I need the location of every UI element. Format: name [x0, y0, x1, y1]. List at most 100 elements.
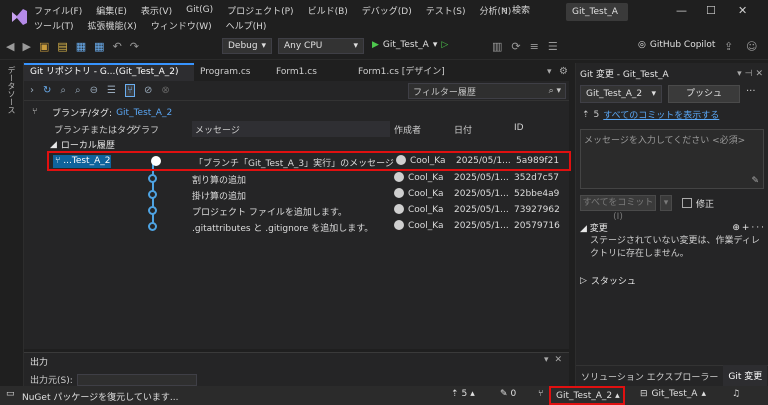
branch-dropdown[interactable]: Git_Test_A_2 ▾: [580, 85, 662, 103]
stash-header[interactable]: ▷ スタッシュ: [580, 274, 636, 288]
account-icon[interactable]: ☺: [746, 40, 757, 53]
commit-message: 掛け算の追加: [192, 192, 247, 202]
menu-debug[interactable]: デバッグ(D): [362, 4, 412, 17]
search-box[interactable]: ⌕ 検索: [503, 3, 530, 17]
forward-icon[interactable]: ▶: [22, 40, 30, 53]
comment-icon[interactable]: ☰: [548, 40, 558, 53]
config-dropdown[interactable]: Debug ▾: [222, 38, 272, 54]
col-id[interactable]: ID: [514, 123, 524, 133]
notification-bell-icon[interactable]: ♫: [732, 389, 740, 399]
copilot-icon: ◎: [638, 40, 646, 50]
col-author[interactable]: 作成者: [394, 123, 421, 136]
save-all-icon[interactable]: ▦: [94, 40, 104, 53]
new-project-icon[interactable]: ▣: [39, 40, 49, 53]
open-folder-icon[interactable]: ▤: [57, 40, 67, 53]
commit-row[interactable]: プロジェクト ファイルを追加します。 Cool_Ka 2025/05/1... …: [48, 203, 570, 219]
menu-bar: ファイル(F) 編集(E) 表示(V) Git(G) プロジェクト(P) ビルド…: [0, 0, 768, 34]
changes-actions-icons[interactable]: ⊕+···: [732, 223, 766, 233]
pending-changes-indicator[interactable]: ✎ 0: [500, 389, 516, 399]
commit-date: 2025/05/1...: [454, 205, 509, 215]
commit-row[interactable]: 掛け算の追加 Cool_Ka 2025/05/1... 52bbe4a9: [48, 187, 570, 203]
redo-icon[interactable]: ↷: [130, 40, 139, 53]
maximize-icon[interactable]: ☐: [706, 4, 716, 17]
outgoing-commits-indicator[interactable]: ⇡ 5 ▴: [451, 389, 475, 399]
close-icon[interactable]: ✕: [555, 355, 563, 365]
tab-program-cs[interactable]: Program.cs: [194, 63, 270, 81]
commit-message: プロジェクト ファイルを追加します。: [192, 208, 347, 218]
chevron-down-icon[interactable]: ▾: [544, 355, 549, 365]
amend-checkbox[interactable]: [682, 198, 692, 208]
close-icon[interactable]: ✕: [738, 4, 747, 17]
share-icon[interactable]: ⇪: [724, 40, 733, 53]
menu-git[interactable]: Git(G): [186, 5, 213, 15]
status-branch-button[interactable]: Git_Test_A_2 ▴: [549, 386, 625, 405]
status-repo-button[interactable]: ⊟ Git_Test_A ▴: [640, 389, 706, 399]
format-icon[interactable]: ≡: [530, 40, 539, 53]
commit-row[interactable]: .gitattributes と .gitignore を追加します。 Cool…: [48, 219, 570, 235]
menu-help[interactable]: ヘルプ(H): [226, 19, 267, 32]
output-controls: ▾ ✕: [544, 355, 562, 365]
tab-form1-designer[interactable]: Form1.cs [デザイン]: [352, 63, 462, 81]
menu-tools[interactable]: ツール(T): [34, 19, 74, 32]
menu-project[interactable]: プロジェクト(P): [227, 4, 293, 17]
history-filter-input[interactable]: フィルター履歴 ⌕ ▾: [408, 83, 566, 99]
undo-icon[interactable]: ↶: [113, 40, 122, 53]
sparkle-pen-icon[interactable]: ✎: [751, 176, 759, 186]
run-button[interactable]: ▶ Git_Test_A ▾ ▷: [372, 40, 448, 50]
menu-view[interactable]: 表示(V): [141, 4, 172, 17]
local-history-section[interactable]: ◢ ローカル履歴: [50, 138, 115, 152]
right-pane-tabs: ソリューション エクスプローラー Git 変更: [576, 364, 768, 388]
branch-tag-value[interactable]: Git_Test_A_2: [116, 108, 172, 118]
pencil-icon: ✎: [500, 389, 508, 399]
tab-solution-explorer[interactable]: ソリューション エクスプローラー: [576, 366, 723, 387]
tab-form1-cs[interactable]: Form1.cs: [270, 63, 352, 81]
commit-row[interactable]: 割り算の追加 Cool_Ka 2025/05/1... 352d7c57: [48, 171, 570, 187]
col-date[interactable]: 日付: [454, 123, 472, 136]
hot-reload-icon[interactable]: ⟳: [511, 40, 520, 53]
save-icon[interactable]: ▦: [76, 40, 86, 53]
menu-window[interactable]: ウィンドウ(W): [151, 19, 212, 32]
pane-controls-icons[interactable]: ▾⊣✕: [737, 69, 766, 79]
tab-overflow-icon[interactable]: ▾: [547, 67, 552, 77]
list-icon[interactable]: ☰: [107, 85, 116, 96]
pencil-count: 0: [510, 389, 517, 399]
show-all-commits-link[interactable]: すべてのコミットを表示する: [603, 108, 719, 121]
menu-build[interactable]: ビルド(B): [308, 4, 348, 17]
changes-header[interactable]: ◢ 変更 ⊕+···: [580, 221, 766, 235]
commit-row-selected[interactable]: ⑂ ...Test_A_2 「ブランチ「Git_Test_A_3」実行」のメッセ…: [47, 151, 571, 171]
browser-link-icon[interactable]: ▥: [492, 40, 502, 53]
gear-icon[interactable]: ⚙: [559, 66, 568, 77]
copilot-button[interactable]: ◎ GitHub Copilot: [638, 40, 715, 50]
chevron-down-icon: ◢: [50, 139, 57, 150]
output-source-dropdown[interactable]: [76, 373, 197, 386]
push-button[interactable]: プッシュ: [668, 85, 740, 103]
chevron-right-icon[interactable]: ›: [30, 85, 34, 96]
search-commit-icon[interactable]: ⌕: [75, 85, 81, 96]
tag-icon[interactable]: ⊘: [144, 85, 152, 96]
fetch-icon[interactable]: ⌕: [60, 85, 66, 96]
menu-edit[interactable]: 編集(E): [96, 4, 127, 17]
start-without-debug-icon[interactable]: ▷: [441, 40, 448, 50]
col-message[interactable]: メッセージ: [192, 121, 390, 137]
commit-all-button[interactable]: すべてをコミット(I): [580, 195, 656, 222]
more-options-icon[interactable]: ···: [746, 86, 756, 97]
visual-studio-logo-icon[interactable]: [8, 6, 30, 28]
col-branch[interactable]: ブランチまたはタグ: [54, 123, 135, 136]
platform-dropdown[interactable]: Any CPU ▾: [278, 38, 364, 54]
chevron-down-icon[interactable]: ▾: [660, 195, 672, 211]
refresh-icon[interactable]: ↻: [43, 85, 51, 96]
minimize-icon[interactable]: —: [676, 4, 687, 17]
col-graph[interactable]: グラフ: [132, 123, 159, 136]
hide-icon[interactable]: ⊗: [161, 85, 169, 96]
commit-message-input[interactable]: メッセージを入力してください <必須> ✎: [580, 129, 764, 189]
graph-view-icon[interactable]: ⑂: [124, 84, 135, 97]
data-sources-tab[interactable]: データソース: [6, 66, 17, 114]
output-window-icon[interactable]: ▭: [6, 389, 15, 399]
menu-test[interactable]: テスト(S): [426, 4, 466, 17]
filter-icon[interactable]: ⊖: [90, 85, 98, 96]
menu-file[interactable]: ファイル(F): [34, 4, 82, 17]
tab-git-repository[interactable]: Git リポジトリ - G...(Git_Test_A_2) ⊣ ✕: [24, 63, 194, 92]
back-icon[interactable]: ◀: [6, 40, 14, 53]
menu-extensions[interactable]: 拡張機能(X): [88, 19, 137, 32]
tab-git-changes[interactable]: Git 変更: [723, 364, 768, 388]
